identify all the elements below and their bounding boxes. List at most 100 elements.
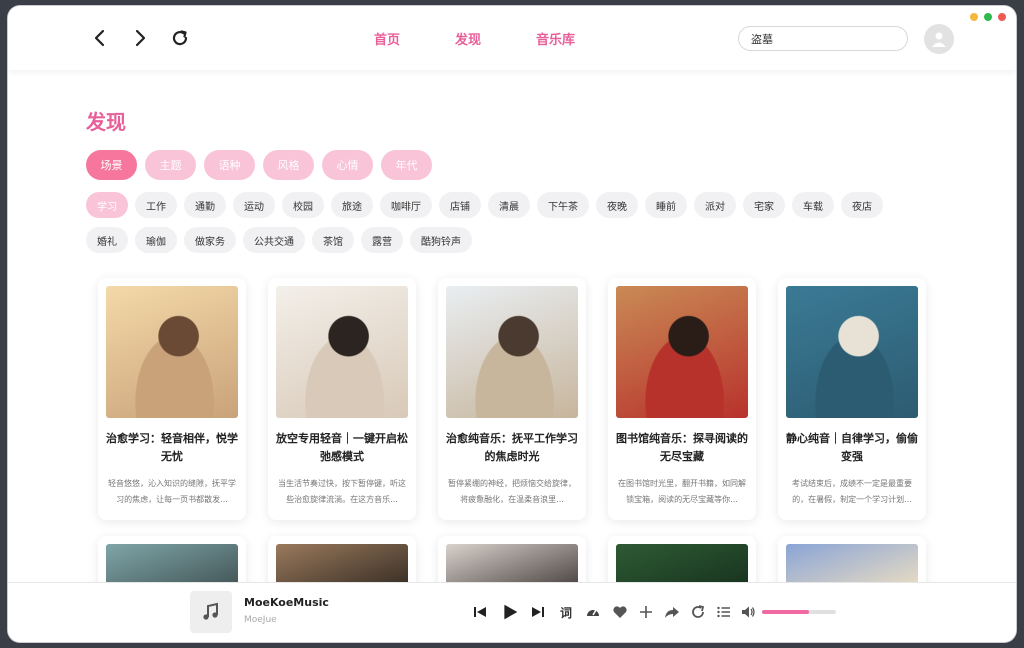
repeat-button[interactable]: [688, 602, 708, 622]
playlist-card[interactable]: 图书馆纯音乐：探寻阅读的无尽宝藏 在图书馆时光里，翻开书籍，如同解锁宝箱，阅读的无…: [608, 278, 756, 520]
category-tab[interactable]: 语种: [204, 150, 255, 180]
scene-tag[interactable]: 清晨: [488, 192, 530, 218]
scene-tag[interactable]: 校园: [282, 192, 324, 218]
scene-tag[interactable]: 店铺: [439, 192, 481, 218]
playlist-card[interactable]: 静心纯音｜自律学习，偷偷变强 考试结束后，成绩不一定是最重要的，在暑假，制定一个学…: [778, 278, 926, 520]
album-thumbnail[interactable]: [190, 591, 232, 633]
app-window: 首页 发现 音乐库 盗墓 发现 场景 主题 语种 风格 心情 年代 学习 工作 通勤 运动 校园旅…: [8, 6, 1016, 642]
playlist-cover: [616, 544, 748, 582]
back-button[interactable]: [88, 26, 112, 50]
volume-slider-fill: [762, 610, 810, 614]
playlist-description: 考试结束后，成绩不一定是最重要的，在暑假，制定一个学习计划...: [792, 479, 912, 504]
scene-tag[interactable]: 做家务: [184, 227, 236, 253]
playlist-title: 治愈纯音乐：抚平工作学习的焦虑时光: [446, 432, 578, 463]
playlist-card[interactable]: 治愈纯音乐：抚平工作学习的焦虑时光暂停紧绷的神经，把烦恼交给旋律，将疲惫融化，在…: [438, 278, 586, 520]
scene-tag[interactable]: 睡前: [645, 192, 687, 218]
category-tab[interactable]: 年代: [381, 150, 432, 180]
minimize-button[interactable]: [970, 13, 978, 21]
heart-icon: [613, 606, 627, 618]
speedometer-icon: [587, 609, 599, 616]
lyrics-button[interactable]: 词: [556, 602, 576, 622]
tab-library[interactable]: 音乐库: [536, 29, 575, 48]
playlist-card[interactable]: [608, 536, 756, 582]
playlist-cover: [106, 544, 238, 582]
page-title: 发现: [86, 110, 126, 134]
playlist-title: 放空专用轻音｜一键开启松弛感模式: [276, 432, 408, 463]
volume-slider[interactable]: [762, 610, 836, 614]
category-tab[interactable]: 心情: [322, 150, 373, 180]
scene-tag[interactable]: 学习: [86, 192, 128, 218]
category-tabs: 场景 主题 语种 风格 心情 年代: [86, 150, 432, 180]
scene-tag[interactable]: 下午茶: [537, 192, 589, 218]
repeat-icon: [692, 605, 705, 618]
playlist-grid: 治愈学习：轻音相伴，悦学无忧轻音悠悠，沁入知识的缝隙，抚平学习的焦虑，让每一页书…: [98, 278, 926, 520]
play-button[interactable]: [500, 602, 520, 622]
scene-tags: 学习 工作 通勤 运动 校园 旅途 咖啡厅 店铺 清晨 下午茶 夜晚 睡前 派对 宅家 车载 夜店婚礼 瑜伽 做家…: [86, 192, 916, 253]
playlist-card[interactable]: [268, 536, 416, 582]
scene-tag[interactable]: 露营: [361, 227, 403, 253]
scene-tag[interactable]: 车载: [792, 192, 834, 218]
playlist-card[interactable]: 放空专用轻音｜一键开启松弛感模式 当生活节奏过快，按下暂停键，听这些治愈旋律流淌。…: [268, 278, 416, 520]
scene-tag[interactable]: 酷狗铃声: [410, 227, 472, 253]
previous-button[interactable]: [470, 602, 490, 622]
volume-button[interactable]: [738, 602, 758, 622]
scene-tag[interactable]: 夜店: [841, 192, 883, 218]
volume-icon: [742, 606, 755, 618]
playlist-grid-row-2: [98, 536, 926, 582]
scene-tag[interactable]: 旅途: [331, 192, 373, 218]
category-tab[interactable]: 场景: [86, 150, 137, 180]
playlist-cover: [446, 286, 578, 418]
category-tab[interactable]: 主题: [145, 150, 196, 180]
playlist-title: 治愈学习：轻音相伴，悦学无忧: [106, 432, 238, 463]
scene-tag[interactable]: 瑜伽: [135, 227, 177, 253]
window-controls: [970, 13, 1006, 21]
playlist-description: 轻音悠悠，沁入知识的缝隙，抚平学习的焦虑，让每一页书都散发...: [108, 479, 236, 504]
scene-tag[interactable]: 通勤: [184, 192, 226, 218]
list-icon: [717, 606, 730, 618]
playlist-cover: [616, 286, 748, 418]
playlist-cover: [446, 544, 578, 582]
scene-tag[interactable]: 运动: [233, 192, 275, 218]
playlist-card[interactable]: [778, 536, 926, 582]
scene-tag[interactable]: 婚礼: [86, 227, 128, 253]
scene-tag[interactable]: 工作: [135, 192, 177, 218]
playlist-button[interactable]: [714, 602, 734, 622]
search-input[interactable]: 盗墓: [738, 26, 908, 51]
speed-button[interactable]: [583, 602, 603, 622]
tab-discover[interactable]: 发现: [455, 29, 481, 48]
like-button[interactable]: [610, 602, 630, 622]
chevron-left-icon: [94, 29, 105, 47]
tab-home[interactable]: 首页: [374, 29, 400, 48]
playlist-card[interactable]: 治愈学习：轻音相伴，悦学无忧轻音悠悠，沁入知识的缝隙，抚平学习的焦虑，让每一页书…: [98, 278, 246, 520]
play-icon: [504, 604, 518, 620]
add-button[interactable]: [636, 602, 656, 622]
plus-icon: [640, 606, 652, 618]
playlist-description: 暂停紧绷的神经，把烦恼交给旋律，将疲惫融化，在温柔音浪里...: [448, 479, 576, 504]
playlist-cover: [786, 544, 918, 582]
discover-page: 发现 场景 主题 语种 风格 心情 年代 学习 工作 通勤 运动 校园 旅途 咖啡厅 店铺 清晨 下午茶 夜晚…: [8, 70, 1016, 582]
scene-tag[interactable]: 派对: [694, 192, 736, 218]
share-button[interactable]: [662, 602, 682, 622]
close-button[interactable]: [998, 13, 1006, 21]
playlist-card[interactable]: [438, 536, 586, 582]
playlist-title: 图书馆纯音乐：探寻阅读的无尽宝藏: [616, 432, 748, 463]
scene-tag[interactable]: 夜晚: [596, 192, 638, 218]
playlist-card[interactable]: [98, 536, 246, 582]
maximize-button[interactable]: [984, 13, 992, 21]
playlist-cover: [786, 286, 918, 418]
song-title: MoeKoeMusic: [244, 596, 329, 609]
category-tab[interactable]: 风格: [263, 150, 314, 180]
scene-tag[interactable]: 咖啡厅: [380, 192, 432, 218]
next-button[interactable]: [528, 602, 548, 622]
refresh-icon: [172, 30, 188, 46]
refresh-button[interactable]: [168, 26, 192, 50]
share-icon: [665, 607, 679, 618]
player-bar: MoeKoeMusic MoeJue 词: [8, 582, 1016, 642]
top-bar: 首页 发现 音乐库 盗墓: [8, 6, 1016, 70]
skip-previous-icon: [474, 607, 486, 617]
forward-button[interactable]: [128, 26, 152, 50]
avatar[interactable]: [924, 24, 954, 54]
scene-tag[interactable]: 公共交通: [243, 227, 305, 253]
scene-tag[interactable]: 宅家: [743, 192, 785, 218]
scene-tag[interactable]: 茶馆: [312, 227, 354, 253]
